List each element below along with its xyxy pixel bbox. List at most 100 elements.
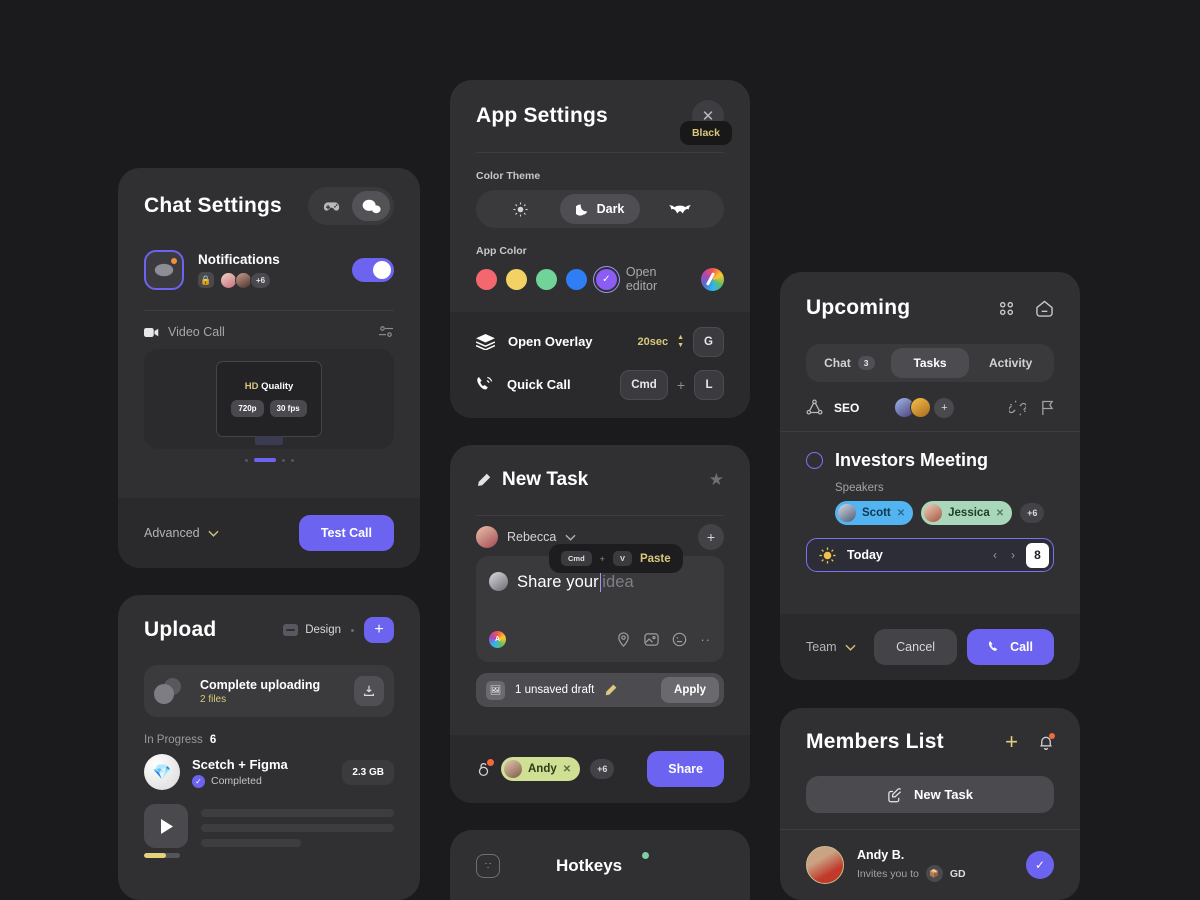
meeting-row[interactable]: Investors Meeting (806, 450, 1054, 471)
mode-toggle-group[interactable] (308, 187, 394, 225)
tab-tasks[interactable]: Tasks (890, 348, 970, 378)
test-call-button[interactable]: Test Call (298, 515, 394, 551)
team-dropdown[interactable]: Team (806, 640, 856, 654)
color-swatch-selected[interactable]: ✓ (592, 265, 620, 293)
add-assignee-button[interactable]: + (698, 524, 724, 550)
image-icon: 🖼 (486, 680, 505, 700)
close-icon[interactable]: ✕ (563, 764, 571, 775)
shortcut-row-quickcall[interactable]: Quick Call Cmd + L (476, 363, 724, 406)
pagination-dot-active[interactable] (253, 458, 276, 462)
shortcut-row-overlay[interactable]: Open Overlay 20sec ▲ ▼ G (476, 320, 724, 363)
grid-icon[interactable] (998, 300, 1015, 317)
video-preview[interactable]: HD Quality 720p 30 fps (144, 349, 394, 449)
add-member-button[interactable]: + (934, 397, 955, 418)
close-icon[interactable]: ✕ (996, 508, 1004, 519)
theme-option-dark[interactable]: Dark (560, 194, 640, 224)
home-icon[interactable] (1035, 300, 1054, 317)
speaker-tag[interactable]: Scott ✕ (835, 501, 914, 525)
member-row[interactable]: Andy B. Invites you to 📦 GD ✓ (806, 830, 1054, 900)
keyboard-icon[interactable]: ∵ (476, 854, 500, 878)
member-overflow-count[interactable]: +6 (590, 759, 615, 779)
chat-bubbles-icon[interactable] (352, 191, 390, 221)
color-swatch[interactable] (535, 268, 557, 290)
overlay-duration-value[interactable]: 20sec (638, 336, 669, 348)
advanced-dropdown[interactable]: Advanced (144, 526, 219, 540)
avatar (838, 504, 856, 522)
file-list-item[interactable]: 💎 Scetch + Figma ✓ Completed 2.3 GB (144, 754, 394, 790)
pagination-dot[interactable] (244, 458, 248, 462)
complete-uploading-title: Complete uploading (200, 677, 321, 692)
accept-invite-button[interactable]: ✓ (1026, 851, 1054, 879)
play-icon[interactable] (144, 804, 188, 848)
stepper-icon[interactable]: ▲ ▼ (677, 334, 684, 348)
new-task-button[interactable]: New Task (806, 776, 1054, 813)
link-broken-icon[interactable] (1009, 400, 1026, 416)
advanced-label: Advanced (144, 526, 200, 540)
color-swatch-list[interactable]: ✓ Open editor (476, 265, 725, 293)
date-badge[interactable]: 8 (1026, 542, 1049, 568)
share-button[interactable]: Share (647, 751, 724, 787)
shortcut-key[interactable]: L (694, 369, 724, 400)
theme-segmented-control[interactable]: Dark (476, 190, 724, 228)
theme-option-black[interactable] (640, 194, 720, 224)
emoji-icon[interactable] (672, 632, 687, 647)
in-progress-label: In Progress (144, 734, 203, 746)
project-avatars[interactable]: + (894, 397, 955, 418)
color-swatch[interactable] (565, 268, 587, 290)
project-row[interactable]: SEO + (806, 382, 1054, 431)
open-editor-button[interactable]: Open editor (626, 265, 725, 293)
meeting-status-circle[interactable] (806, 452, 823, 469)
color-swatch[interactable] (505, 268, 527, 290)
cancel-button[interactable]: Cancel (874, 629, 958, 665)
chevron-down-icon[interactable] (565, 534, 576, 541)
add-member-button[interactable]: + (1005, 731, 1018, 753)
theme-option-light[interactable] (480, 194, 560, 224)
close-icon[interactable]: ✕ (897, 508, 905, 519)
sketch-diamond-icon: 💎 (144, 754, 180, 790)
lock-icon[interactable] (476, 759, 494, 777)
apply-button[interactable]: Apply (661, 677, 719, 703)
date-selector[interactable]: Today ‹ › 8 (806, 538, 1054, 572)
unsaved-draft-bar[interactable]: 🖼 1 unsaved draft Apply (476, 673, 724, 707)
speaker-name: Scott (862, 507, 891, 519)
notification-thumbnail[interactable] (144, 250, 184, 290)
pencil-icon[interactable] (604, 684, 617, 697)
chevron-right-icon[interactable]: › (1011, 548, 1015, 562)
download-icon[interactable] (354, 676, 384, 706)
star-icon[interactable]: ★ (709, 470, 724, 490)
assignee-row[interactable]: Rebecca + Cmd + V Paste (476, 516, 724, 573)
team-label: Team (806, 640, 837, 654)
pagination-dot[interactable] (281, 458, 285, 462)
speakers-list: Scott ✕ Jessica ✕ +6 (835, 501, 1054, 525)
speaker-tag[interactable]: Jessica ✕ (921, 501, 1013, 525)
member-tag[interactable]: Andy ✕ (501, 757, 581, 781)
bell-icon[interactable] (1038, 732, 1055, 751)
shortcut-key[interactable]: G (693, 326, 724, 357)
shortcut-key[interactable]: Cmd (620, 369, 668, 400)
more-icon[interactable]: ·· (700, 632, 711, 647)
pencil-icon (478, 473, 491, 486)
sliders-icon[interactable] (378, 325, 394, 339)
call-button[interactable]: Call (967, 629, 1054, 665)
image-icon[interactable] (644, 632, 659, 647)
pagination-dot[interactable] (290, 458, 294, 462)
upcoming-tabs[interactable]: Chat 3 Tasks Activity (806, 344, 1054, 382)
flag-icon[interactable] (1041, 400, 1054, 416)
speaker-overflow-count[interactable]: +6 (1020, 503, 1045, 523)
quality-chip[interactable]: 720p (231, 400, 264, 417)
compose-input-row[interactable]: Share your idea (489, 570, 711, 592)
color-swatch[interactable] (476, 268, 497, 290)
quality-chip[interactable]: 30 fps (269, 400, 307, 417)
color-wheel-icon[interactable]: A (489, 631, 506, 648)
chevron-left-icon[interactable]: ‹ (993, 548, 997, 562)
notifications-toggle[interactable] (352, 258, 394, 282)
avatar-overflow-count[interactable]: +6 (250, 271, 272, 289)
upload-folder-tag[interactable]: Design (283, 624, 341, 636)
add-upload-button[interactable]: + (364, 617, 394, 643)
tab-activity[interactable]: Activity (971, 348, 1050, 378)
carousel-pagination[interactable] (144, 458, 394, 462)
location-icon[interactable] (616, 632, 631, 647)
gamepad-icon[interactable] (312, 191, 350, 221)
complete-uploading-card[interactable]: Complete uploading 2 files (144, 665, 394, 717)
tab-chat[interactable]: Chat 3 (810, 348, 889, 378)
